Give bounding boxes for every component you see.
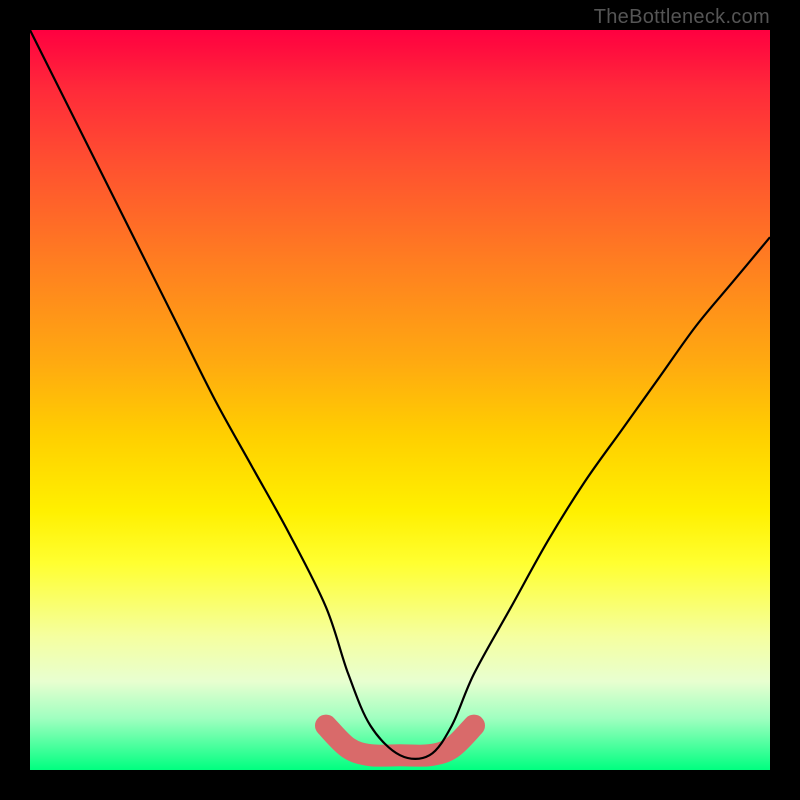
bottleneck-curve-path [30, 30, 770, 759]
watermark-text: TheBottleneck.com [594, 6, 770, 29]
plot-area [30, 30, 770, 770]
chart-container: TheBottleneck.com [0, 0, 800, 800]
highlight-band-path [326, 726, 474, 756]
chart-svg [30, 30, 770, 770]
